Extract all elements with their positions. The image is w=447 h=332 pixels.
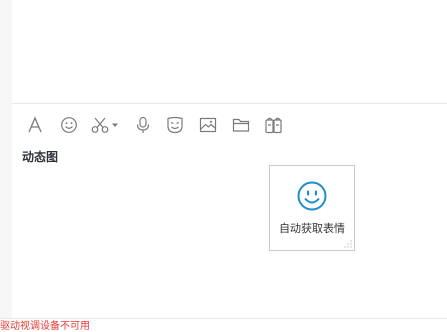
image-icon [199, 117, 217, 133]
auto-fetch-sticker-card[interactable]: 自动获取表情 [269, 165, 355, 251]
red-packet-icon [265, 117, 282, 134]
screenshot-options-button[interactable] [110, 114, 120, 136]
toolbar-divider [12, 103, 447, 104]
status-bar: 驱动视调设备不可用 [0, 318, 447, 332]
file-button[interactable] [230, 114, 252, 136]
font-icon [28, 116, 42, 133]
microphone-icon [136, 116, 150, 133]
auto-fetch-sticker-label: 自动获取表情 [279, 222, 345, 235]
emoji-button[interactable] [58, 114, 80, 136]
dropdown-arrow-icon [112, 123, 118, 127]
emoji-icon [61, 117, 77, 133]
voice-button[interactable] [132, 114, 154, 136]
sticker-icon [167, 116, 183, 134]
sticker-tab-label[interactable]: 动态图 [22, 148, 58, 165]
screenshot-button[interactable] [90, 114, 110, 136]
font-button[interactable] [24, 114, 46, 136]
image-button[interactable] [197, 114, 219, 136]
scissors-icon [91, 117, 109, 133]
folder-icon [232, 118, 250, 132]
chat-window: 动态图 自动获取表情 驱动视调设备不可用 [0, 0, 447, 332]
red-packet-button[interactable] [263, 114, 285, 136]
sticker-button[interactable] [164, 114, 186, 136]
left-edge [0, 0, 12, 320]
resize-grip-icon [344, 240, 352, 248]
status-text: 驱动视调设备不可用 [0, 321, 90, 332]
input-toolbar [24, 114, 285, 136]
message-area[interactable] [12, 0, 447, 103]
smiley-icon [297, 181, 327, 211]
